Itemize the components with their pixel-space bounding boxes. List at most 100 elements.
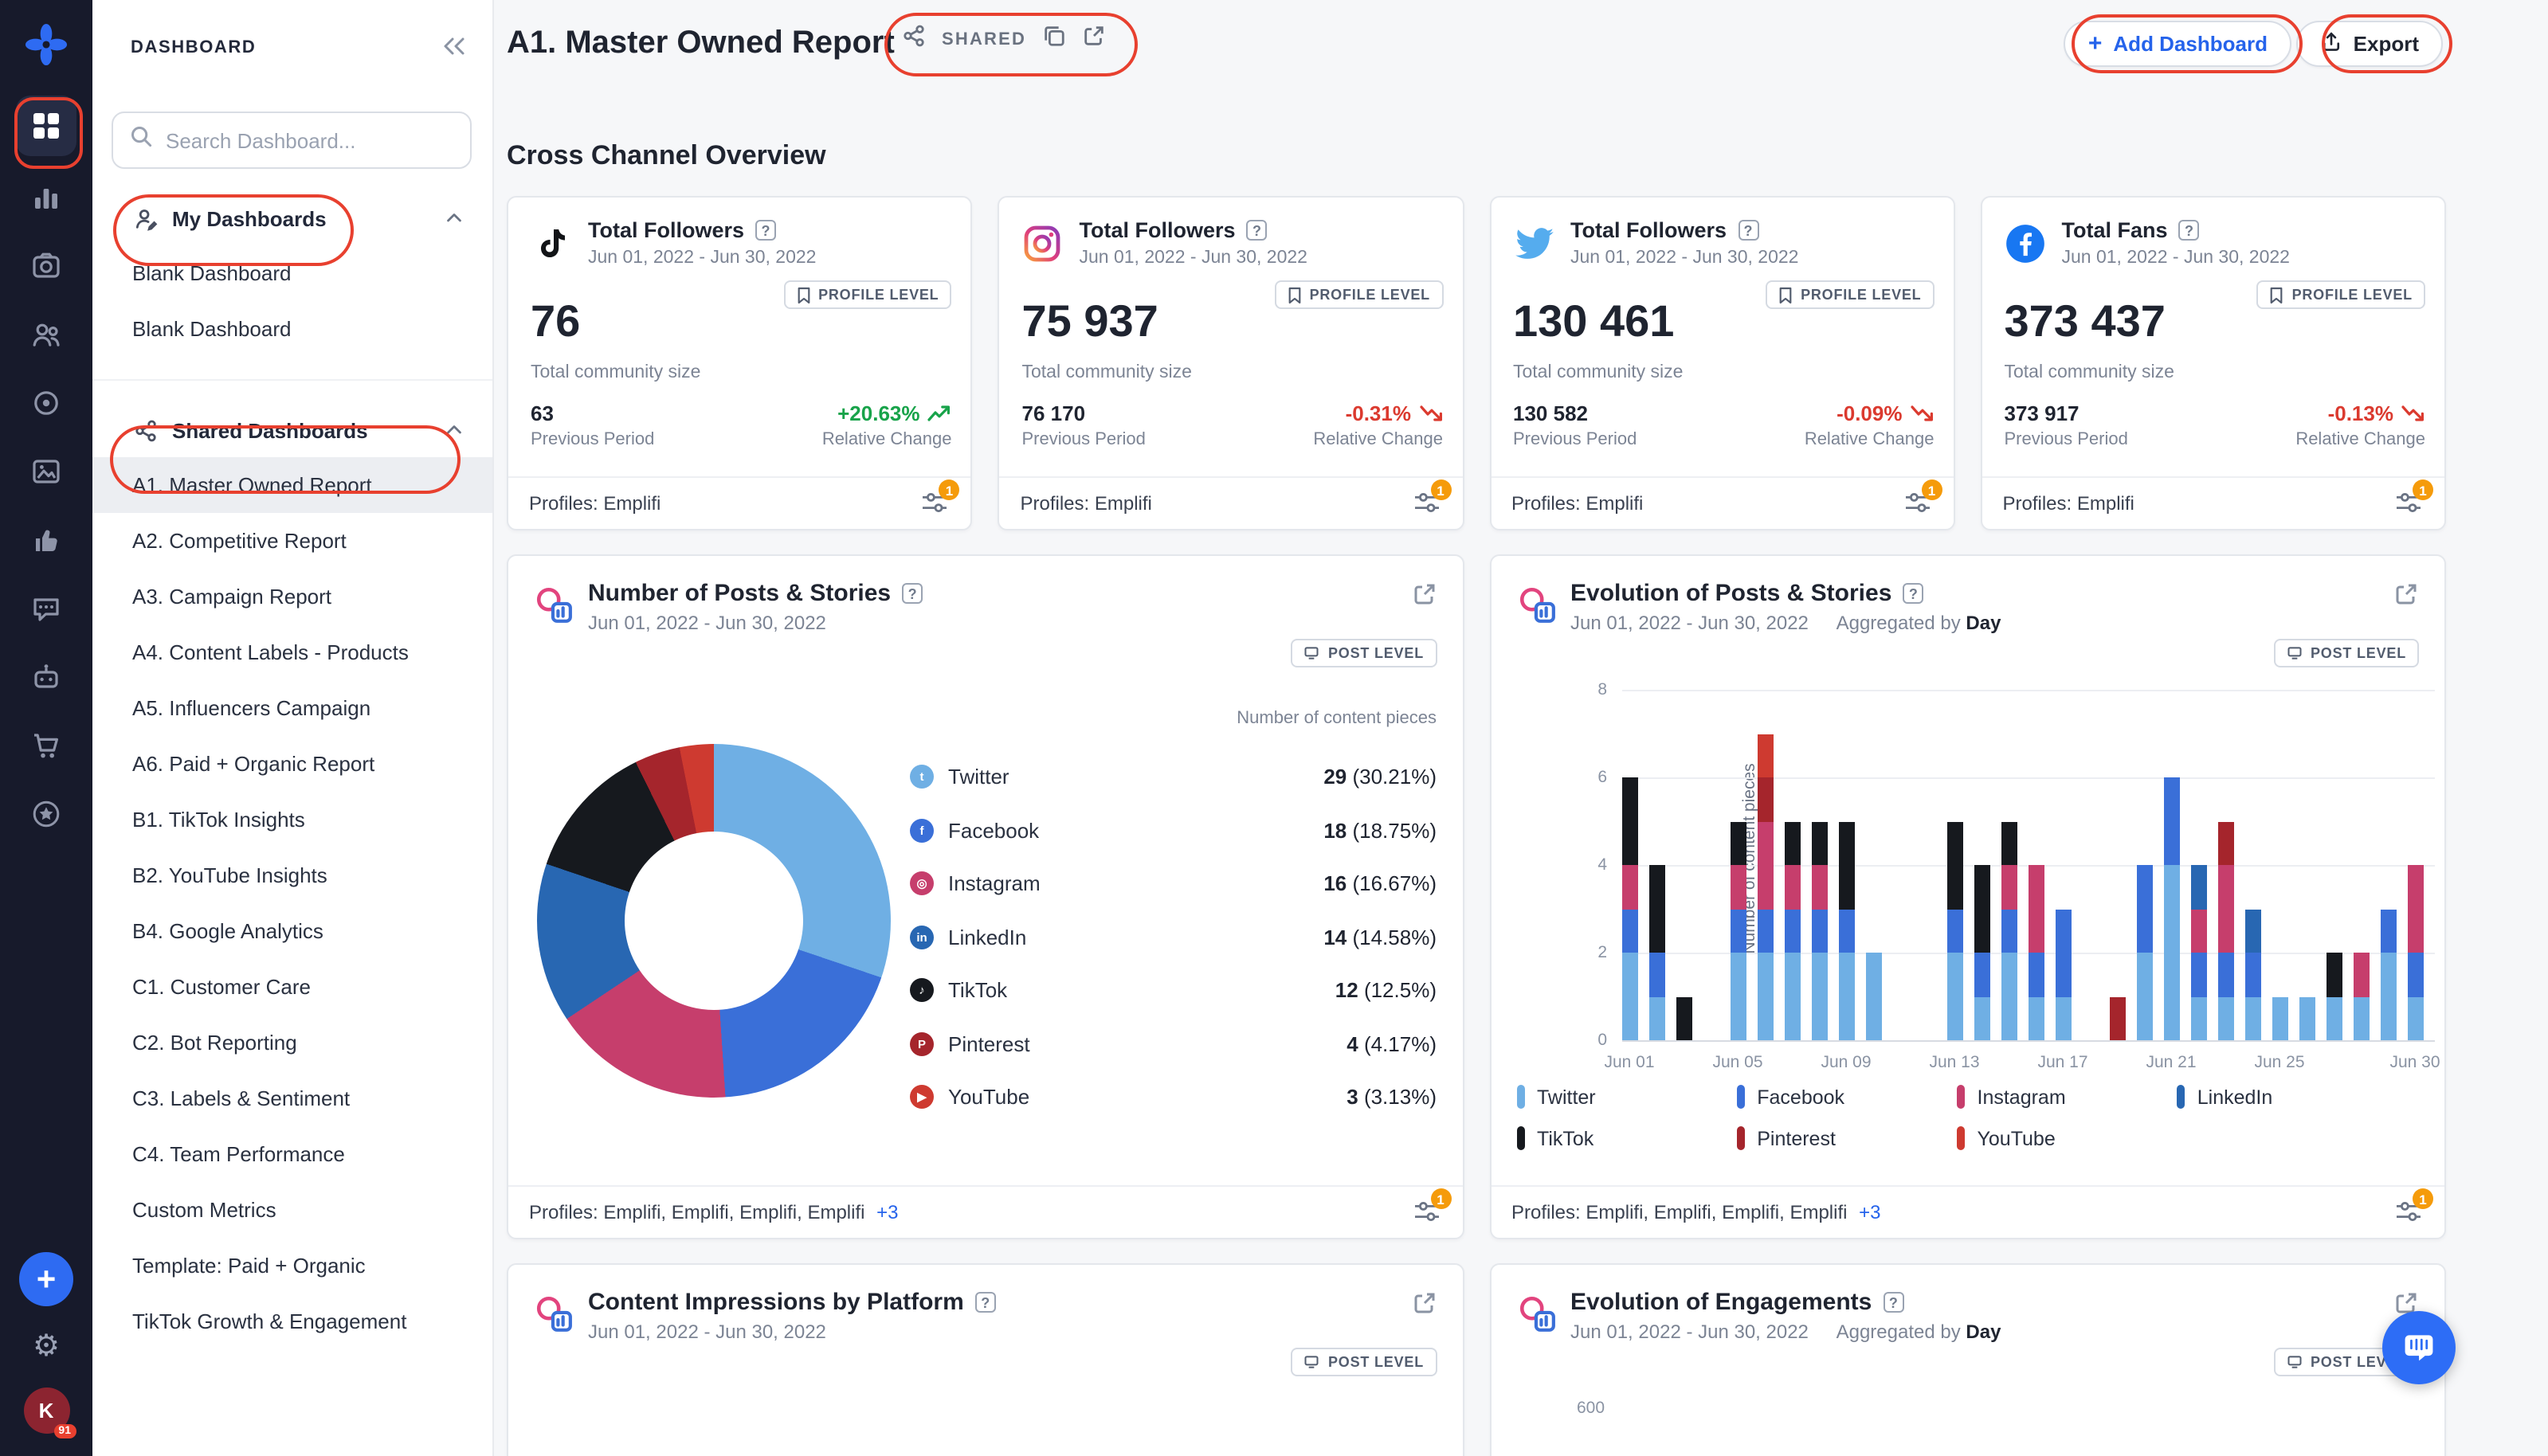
sidebar-item[interactable]: Custom Metrics <box>92 1182 492 1238</box>
help-icon[interactable]: ? <box>974 1292 996 1313</box>
help-icon[interactable]: ? <box>1246 220 1268 241</box>
filters-icon[interactable]: 1 <box>1413 1188 1451 1225</box>
bar-day-28[interactable] <box>2353 953 2369 1040</box>
bar-day-30[interactable] <box>2407 865 2423 1040</box>
sidebar-item[interactable]: Blank Dashboard <box>92 245 492 301</box>
sidebar-item[interactable]: C3. Labels & Sentiment <box>92 1070 492 1126</box>
sidebar-item[interactable]: Blank Dashboard <box>92 301 492 357</box>
legend-row-instagram[interactable]: ◎ Instagram 16 (16.67%) <box>910 857 1437 910</box>
rail-item-listening[interactable] <box>16 376 76 430</box>
legend-item-instagram[interactable]: Instagram <box>1956 1085 2177 1109</box>
profiles-more-link[interactable]: +3 <box>876 1201 898 1223</box>
sidebar-item[interactable]: A6. Paid + Organic Report <box>92 736 492 792</box>
bar-day-2[interactable] <box>1648 865 1664 1040</box>
bar-day-1[interactable] <box>1621 777 1637 1040</box>
legend-item-linkedin[interactable]: LinkedIn <box>2176 1085 2397 1109</box>
sidebar-item[interactable]: C4. Team Performance <box>92 1126 492 1182</box>
profiles-more-link[interactable]: +3 <box>1859 1201 1880 1223</box>
filters-icon[interactable]: 1 <box>1904 479 1942 516</box>
section-shared-dashboards[interactable]: Shared Dashboards <box>92 403 492 457</box>
sidebar-item[interactable]: B2. YouTube Insights <box>92 847 492 903</box>
chevron-up-icon[interactable] <box>445 209 464 233</box>
bar-day-20[interactable] <box>2136 865 2152 1040</box>
sidebar-item[interactable]: Template: Paid + Organic <box>92 1238 492 1294</box>
bar-day-15[interactable] <box>2001 821 2017 1040</box>
add-dashboard-button[interactable]: + Add Dashboard <box>2064 21 2291 67</box>
create-plus-button[interactable]: + <box>19 1252 73 1306</box>
bar-day-9[interactable] <box>1838 821 1854 1040</box>
legend-item-tiktok[interactable]: TikTok <box>1516 1126 1736 1150</box>
expand-external-icon[interactable] <box>1411 581 1437 615</box>
legend-item-youtube[interactable]: YouTube <box>1956 1126 2177 1150</box>
help-icon[interactable]: ? <box>902 583 923 604</box>
bar-day-24[interactable] <box>2244 909 2260 1040</box>
help-icon[interactable]: ? <box>1883 1292 1904 1313</box>
filters-icon[interactable]: 1 <box>1413 479 1451 516</box>
bar-day-17[interactable] <box>2055 909 2071 1040</box>
sidebar-item[interactable]: C1. Customer Care <box>92 959 492 1015</box>
filters-icon[interactable]: 1 <box>922 479 960 516</box>
rail-item-content[interactable] <box>16 444 76 499</box>
legend-row-pinterest[interactable]: P Pinterest 4 (4.17%) <box>910 1017 1437 1070</box>
rail-item-automation[interactable] <box>16 650 76 704</box>
emplifi-logo-icon[interactable] <box>24 22 69 67</box>
filters-icon[interactable]: 1 <box>2395 479 2433 516</box>
bar-day-3[interactable] <box>1676 996 1691 1040</box>
help-icon[interactable]: ? <box>1738 220 1759 241</box>
bar-day-7[interactable] <box>1784 821 1800 1040</box>
bar-day-8[interactable] <box>1811 821 1827 1040</box>
rail-item-influencers[interactable] <box>16 787 76 841</box>
bar-day-29[interactable] <box>2380 909 2396 1040</box>
help-icon[interactable]: ? <box>755 220 777 241</box>
expand-external-icon[interactable] <box>1411 1290 1437 1324</box>
legend-row-facebook[interactable]: f Facebook 18 (18.75%) <box>910 804 1437 857</box>
bar-day-22[interactable] <box>2190 865 2206 1040</box>
bar-day-13[interactable] <box>1946 821 1962 1040</box>
expand-external-icon[interactable] <box>2393 581 2419 615</box>
posts-donut-chart[interactable] <box>537 744 891 1098</box>
rail-item-dashboards[interactable] <box>16 96 76 156</box>
sidebar-item[interactable]: A3. Campaign Report <box>92 569 492 624</box>
bar-day-16[interactable] <box>2028 865 2044 1040</box>
bar-day-23[interactable] <box>2217 821 2233 1040</box>
sidebar-item[interactable]: A5. Influencers Campaign <box>92 680 492 736</box>
rail-item-community[interactable] <box>16 307 76 362</box>
bar-day-19[interactable] <box>2109 996 2125 1040</box>
bar-day-5[interactable] <box>1730 821 1746 1040</box>
bar-day-25[interactable] <box>2272 996 2287 1040</box>
bar-day-14[interactable] <box>1974 865 1989 1040</box>
sidebar-item[interactable]: C2. Bot Reporting <box>92 1015 492 1070</box>
collapse-sidebar-icon[interactable] <box>441 33 467 67</box>
legend-item-facebook[interactable]: Facebook <box>1736 1085 1956 1109</box>
sidebar-item[interactable]: B1. TikTok Insights <box>92 792 492 847</box>
rail-item-publisher[interactable] <box>16 239 76 293</box>
legend-item-twitter[interactable]: Twitter <box>1516 1085 1736 1109</box>
chevron-up-icon[interactable] <box>445 421 464 444</box>
chat-widget-button[interactable] <box>2382 1311 2456 1384</box>
sidebar-item[interactable]: A4. Content Labels - Products <box>92 624 492 680</box>
user-avatar[interactable]: K 91 <box>23 1388 76 1438</box>
stacked-bar-chart[interactable]: Number of content pieces 0 2 4 6 8 Jun 01 Jun … <box>1597 680 2440 1072</box>
rail-item-care[interactable] <box>16 581 76 636</box>
bar-day-21[interactable] <box>2163 777 2179 1040</box>
help-icon[interactable]: ? <box>1903 583 1924 604</box>
open-external-icon[interactable] <box>1082 24 1106 56</box>
help-icon[interactable]: ? <box>2178 220 2200 241</box>
copy-icon[interactable] <box>1042 24 1066 56</box>
legend-row-twitter[interactable]: t Twitter 29 (30.21%) <box>910 750 1437 804</box>
legend-row-youtube[interactable]: ▶ YouTube 3 (3.13%) <box>910 1070 1437 1124</box>
sidebar-item[interactable]: A1. Master Owned Report <box>92 457 492 513</box>
rail-item-analytics[interactable] <box>16 170 76 225</box>
legend-item-pinterest[interactable]: Pinterest <box>1736 1126 1956 1150</box>
legend-row-linkedin[interactable]: in LinkedIn 14 (14.58%) <box>910 910 1437 964</box>
filters-icon[interactable]: 1 <box>2395 1188 2433 1225</box>
bar-day-6[interactable] <box>1757 734 1773 1040</box>
export-button[interactable]: Export <box>2295 21 2443 67</box>
sidebar-item[interactable]: TikTok Growth & Engagement <box>92 1294 492 1349</box>
sidebar-item[interactable]: A2. Competitive Report <box>92 513 492 569</box>
rail-item-commerce[interactable] <box>16 718 76 773</box>
bar-day-27[interactable] <box>2326 953 2342 1040</box>
rail-item-engagement[interactable] <box>16 513 76 567</box>
bar-day-10[interactable] <box>1865 953 1881 1040</box>
section-my-dashboards[interactable]: My Dashboards <box>92 191 492 245</box>
